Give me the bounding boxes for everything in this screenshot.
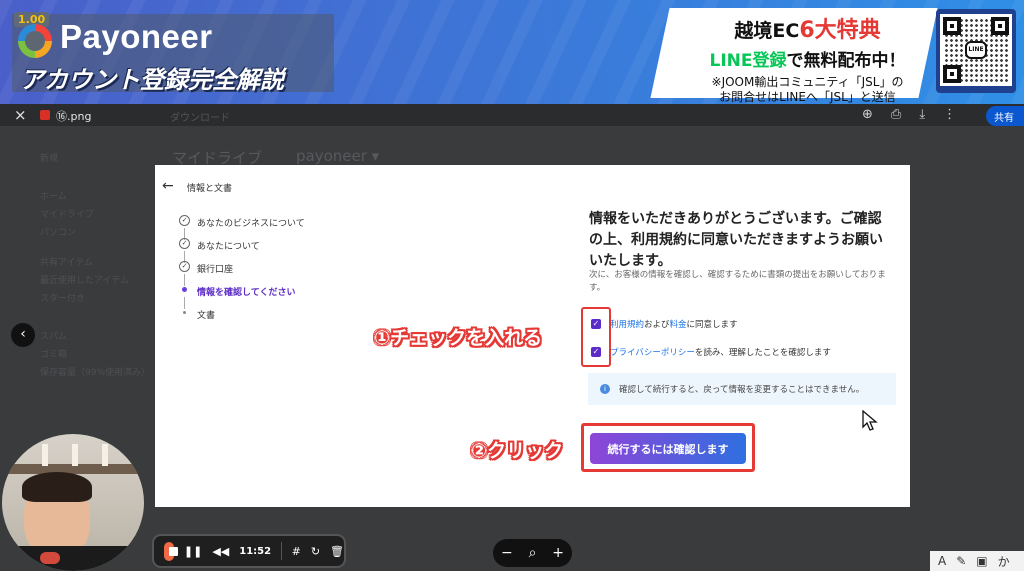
nav-item-0: ホーム — [40, 192, 67, 202]
terms-link[interactable]: 利用規約 — [610, 320, 644, 330]
privacy-checkbox-row[interactable]: ✓ プライバシーポリシーを読み、理解したことを確認します — [591, 346, 831, 358]
info-text: 確認して続行すると、戻って情報を変更することはできません。 — [619, 385, 865, 395]
video-banner: 1.00 Payoneer アカウント登録完全解説 越境EC6大特典 LINE登… — [0, 0, 1024, 104]
check-circle-icon: ✓ — [179, 238, 190, 249]
presenter-shirt — [2, 546, 144, 571]
faded-toolbar-label: ダウンロード — [170, 113, 230, 124]
nav-item-6: スパム — [40, 332, 68, 342]
stop-recording-icon[interactable] — [164, 541, 178, 561]
qr-finder-tr — [991, 17, 1009, 35]
promo-line-2-rest: で無料配布中！ — [786, 51, 906, 71]
recording-controls: ❚❚ ◀◀ 11:52 # ↻ 🗑 — [152, 534, 346, 568]
info-icon: i — [600, 384, 610, 394]
zoom-out-icon[interactable]: − — [501, 545, 513, 561]
banner-subtitle: アカウント登録完全解説 — [20, 66, 284, 94]
privacy-policy-link[interactable]: プライバシーポリシー — [610, 348, 695, 358]
pen-tool-icon[interactable]: ✎ — [956, 554, 966, 568]
step-label: 銀行口座 — [197, 265, 234, 275]
promo-text: 越境EC6大特典 LINE登録で無料配布中！ ※JOOM輸出コミュニティ「JSL… — [690, 12, 925, 104]
microphone-icon — [40, 552, 60, 564]
promo-note-2: お問合せはLINEへ「JSL」と送信 — [719, 90, 896, 104]
annotation-tool-strip: A ✎ ▣ か — [930, 551, 1024, 571]
qr-finder-bl — [943, 65, 961, 83]
more-options-icon[interactable]: ⋮ — [943, 107, 956, 122]
fees-link[interactable]: 料金 — [670, 320, 687, 330]
mouse-cursor-icon — [862, 410, 878, 431]
recording-time: 11:52 — [239, 545, 272, 557]
promo-line-register: LINE登録 — [709, 51, 787, 71]
new-button: 新規 — [40, 154, 59, 164]
step-label: 文書 — [197, 311, 216, 321]
print-icon[interactable]: ⎙ — [891, 107, 901, 122]
presenter-hair — [22, 472, 92, 502]
step-label: あなたのビジネスについて — [197, 219, 305, 229]
text-tool-icon[interactable]: A — [938, 554, 946, 568]
rewind-icon[interactable]: ◀◀ — [212, 545, 229, 558]
promo-prefix: 越境EC — [734, 20, 800, 42]
qr-finder-tl — [943, 17, 961, 35]
back-arrow-icon[interactable]: ← — [162, 178, 174, 194]
zoom-search-icon[interactable]: ⌕ — [529, 545, 537, 561]
webcam-light — [102, 444, 108, 466]
terms-label: 利用規約および料金に同意します — [610, 318, 738, 330]
promo-highlight: 6大特典 — [799, 18, 881, 43]
terms-checkbox-row[interactable]: ✓ 利用規約および料金に同意します — [591, 318, 738, 330]
annotation-check: ①チェックを入れる — [374, 327, 543, 349]
step-label: あなたについて — [197, 242, 260, 252]
trash-icon[interactable]: 🗑 — [330, 545, 344, 558]
nav-item-2: パソコン — [40, 228, 77, 238]
button-highlight-box — [581, 423, 755, 472]
promo-line-1: 越境EC6大特典 — [690, 12, 925, 44]
pending-step-dot-icon — [179, 307, 190, 318]
previous-arrow-icon[interactable]: ‹ — [11, 323, 35, 347]
payoneer-logo-icon — [18, 24, 52, 58]
webcam-light — [72, 444, 78, 466]
add-to-drive-icon[interactable]: ⊕ — [862, 107, 873, 122]
check-circle-icon: ✓ — [179, 215, 190, 226]
breadcrumb-folder: payoneer ▾ — [296, 147, 380, 165]
promo-note-1: ※JOOM輸出コミュニティ「JSL」の — [711, 75, 904, 89]
dialog-heading: 情報をいただきありがとうございます。ご確認の上、利用規約に同意いただきますようお… — [589, 211, 883, 269]
nav-item-5: スター付き — [40, 294, 86, 304]
truncated-tool-label: か — [997, 554, 1010, 569]
pause-icon[interactable]: ❚❚ — [184, 545, 202, 558]
image-file-icon — [40, 110, 50, 120]
nav-item-8: 保存容量（99%使用済み） — [40, 368, 151, 378]
brand-name: Payoneer — [60, 18, 213, 55]
step-label: 情報を確認してください — [197, 288, 296, 298]
close-icon[interactable]: × — [14, 106, 27, 124]
reset-icon[interactable]: ↻ — [311, 545, 320, 558]
annotation-click: ②クリック — [471, 440, 564, 462]
dialog-title: 情報と文書 — [187, 184, 233, 194]
zoom-controls: − ⌕ + — [493, 539, 572, 567]
download-icon[interactable]: ⤓ — [919, 107, 925, 122]
presenter-webcam — [2, 434, 144, 571]
nav-item-1: マイドライブ — [40, 210, 95, 220]
check-circle-icon: ✓ — [179, 261, 190, 272]
viewer-toolbar: × ⑯.png ダウンロード ⊕ ⎙ ⤓ ⋮ 共有 — [0, 104, 1024, 126]
promo-line-2: LINE登録で無料配布中！ — [690, 46, 925, 71]
file-name: ⑯.png — [56, 110, 92, 123]
info-notice: i 確認して続行すると、戻って情報を変更することはできません。 — [588, 373, 896, 405]
zoom-in-icon[interactable]: + — [552, 545, 564, 561]
viewer-tools: ⊕ ⎙ ⤓ ⋮ — [862, 107, 956, 122]
checkbox-highlight-box — [581, 307, 611, 367]
promo-line-3: ※JOOM輸出コミュニティ「JSL」の お問合せはLINEへ「JSL」と送信 — [690, 75, 925, 104]
terms-tail: に同意します — [686, 320, 738, 330]
current-step-dot-icon — [179, 284, 190, 295]
share-button[interactable]: 共有 — [986, 106, 1024, 126]
terms-and: および — [644, 320, 670, 330]
privacy-tail: を読み、理解したことを確認します — [694, 348, 831, 358]
camera-tool-icon[interactable]: ▣ — [976, 554, 987, 568]
grid-icon[interactable]: # — [292, 545, 301, 558]
nav-item-3: 共有アイテム — [40, 258, 94, 268]
dialog-subtext: 次に、お客様の情報を確認し、確認するために書類の提出をお願いしております。 — [589, 270, 886, 293]
privacy-label: プライバシーポリシーを読み、理解したことを確認します — [610, 346, 831, 358]
toolbar-divider — [281, 542, 282, 560]
qr-code-icon[interactable]: LINE — [940, 14, 1012, 86]
qr-line-badge: LINE — [965, 41, 987, 59]
nav-item-7: ゴミ箱 — [40, 350, 68, 360]
nav-item-4: 最近使用したアイテム — [40, 276, 130, 286]
webcam-light — [42, 444, 48, 466]
